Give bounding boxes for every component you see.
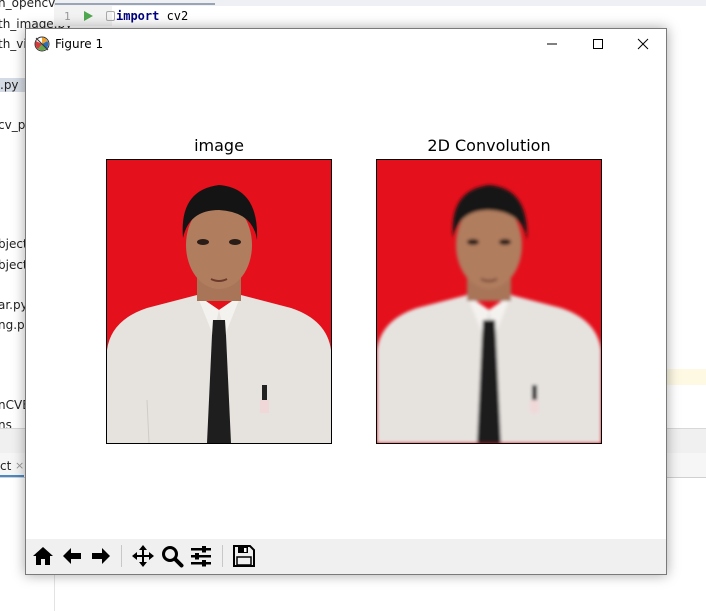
- ide-active-tab-indicator: [55, 3, 215, 5]
- toolbar-separator: [222, 545, 223, 567]
- back-button[interactable]: [59, 543, 85, 569]
- pan-button[interactable]: [130, 543, 156, 569]
- ide-gutter: [54, 6, 112, 26]
- left-axes-title: image: [194, 136, 244, 155]
- ide-line-highlight: [666, 369, 706, 385]
- arrow-right-icon: [92, 548, 110, 564]
- move-icon: [132, 545, 154, 567]
- close-icon[interactable]: ×: [15, 459, 24, 472]
- ide-bottom-tab-label[interactable]: ct: [0, 459, 11, 473]
- ide-line-number: 1: [64, 10, 71, 23]
- minimize-button[interactable]: [529, 29, 575, 59]
- save-button[interactable]: [231, 543, 257, 569]
- code-keyword: import: [116, 9, 160, 23]
- navigation-toolbar: [26, 539, 666, 574]
- right-axes-title: 2D Convolution: [427, 136, 551, 155]
- minimize-icon: [547, 43, 557, 45]
- ide-code-line[interactable]: import cv2: [116, 9, 188, 23]
- figure-canvas[interactable]: image 2D Convolution: [26, 59, 666, 539]
- portrait-photo: [107, 160, 331, 443]
- original-image-axes[interactable]: [106, 159, 332, 444]
- project-file-item[interactable]: h_opencv: [0, 0, 55, 10]
- magnifier-icon: [162, 546, 184, 568]
- configure-subplots-button[interactable]: [188, 543, 214, 569]
- run-icon[interactable]: [84, 11, 93, 21]
- fold-icon[interactable]: [106, 11, 115, 21]
- project-file-item[interactable]: bject: [0, 237, 28, 251]
- maximize-button[interactable]: [575, 29, 621, 59]
- arrow-left-icon: [63, 548, 81, 564]
- ide-bottom-tab-indicator: [0, 475, 24, 477]
- window-title: Figure 1: [55, 37, 104, 51]
- project-file-item[interactable]: ar.py: [0, 298, 28, 312]
- close-icon: [637, 38, 649, 50]
- matplotlib-logo-icon: [34, 36, 50, 52]
- forward-button[interactable]: [88, 543, 114, 569]
- home-button[interactable]: [30, 543, 56, 569]
- blurred-portrait-photo: [377, 160, 601, 443]
- project-file-item[interactable]: th_vi: [0, 37, 27, 51]
- project-file-item[interactable]: bject: [0, 258, 28, 272]
- figure-window: Figure 1 image 2D Convolution: [25, 28, 667, 575]
- title-bar[interactable]: Figure 1: [26, 29, 666, 59]
- sliders-icon: [191, 546, 211, 567]
- project-file-item[interactable]: cv_p: [0, 118, 25, 132]
- convolution-image-axes[interactable]: [376, 159, 602, 444]
- floppy-disk-icon: [233, 545, 255, 567]
- maximize-icon: [593, 39, 603, 49]
- toolbar-separator: [121, 545, 122, 567]
- home-icon: [33, 547, 53, 565]
- zoom-button[interactable]: [159, 543, 185, 569]
- close-button[interactable]: [620, 29, 666, 59]
- code-module: cv2: [159, 9, 189, 23]
